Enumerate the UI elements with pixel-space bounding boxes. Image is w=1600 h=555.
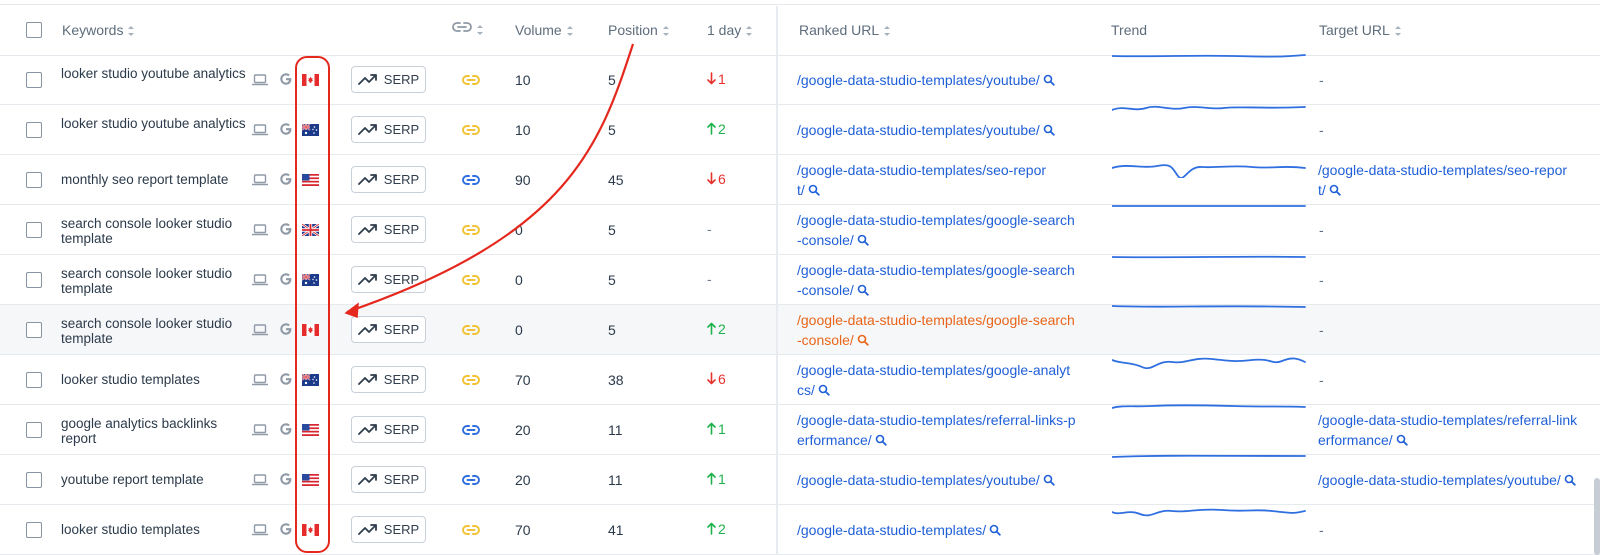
annotation-arrow [346,43,635,314]
annotation-arrowhead [344,302,359,319]
annotation-overlay [295,43,635,553]
flag-column-highlight-box [295,56,330,553]
